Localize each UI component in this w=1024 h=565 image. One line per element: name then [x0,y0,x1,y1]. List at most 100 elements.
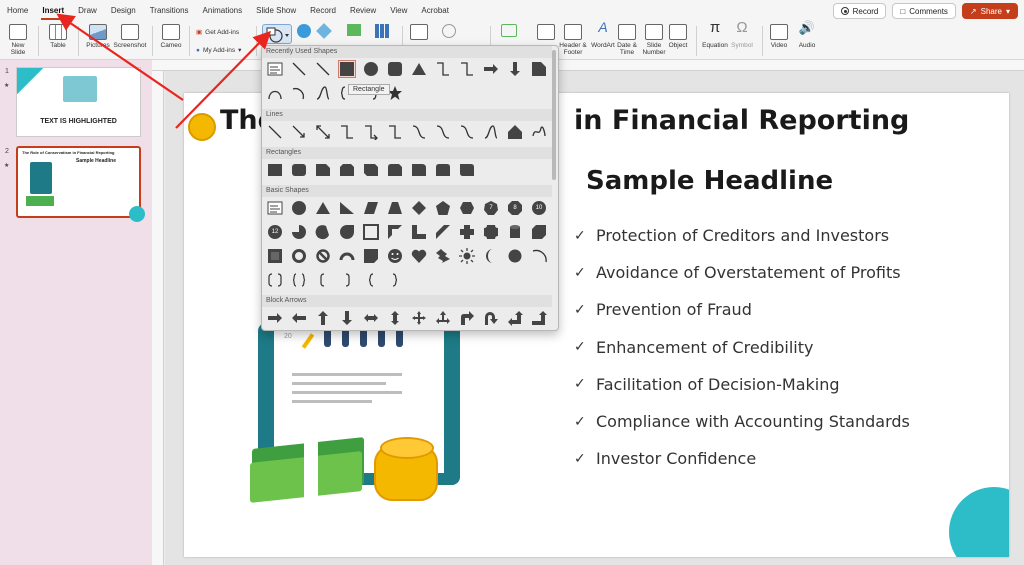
folded-corner-icon[interactable] [362,247,380,265]
rounded-rectangle-icon[interactable] [290,161,308,179]
bullet-list[interactable]: ✓ Protection of Creditors and Investors ✓… [574,217,910,477]
snip-rectangle-icon[interactable] [530,60,548,78]
oval-icon[interactable] [290,199,308,217]
frame-icon[interactable] [362,223,380,241]
lightning-bolt-icon[interactable] [434,247,452,265]
cloud-icon[interactable] [506,247,524,265]
thumbnail-slide-1[interactable]: TEXT IS HIGHLIGHTED [16,67,141,137]
can-icon[interactable] [506,223,524,241]
hexagon-icon[interactable] [458,199,476,217]
quad-arrow-icon[interactable] [410,309,428,327]
right-arrow-icon[interactable] [266,309,284,327]
date-time-button[interactable]: Date & Time [616,24,638,56]
slide-headline[interactable]: Sample Headline [586,166,833,196]
wave-icon[interactable] [314,84,332,102]
trapezoid-icon[interactable] [386,199,404,217]
elbow-double-arrow-icon[interactable] [386,123,404,141]
tab-insert[interactable]: Insert [35,0,71,22]
tab-review[interactable]: Review [343,0,383,22]
curved-arrow-icon[interactable] [434,123,452,141]
up-arrow-icon[interactable] [314,309,332,327]
tab-draw[interactable]: Draw [71,0,104,22]
line-icon[interactable] [314,60,332,78]
round-diagonal-icon[interactable] [458,161,476,179]
my-addins-button[interactable]: ● My Add-ins ▾ [196,46,241,55]
rounded-rectangle-icon[interactable] [386,60,404,78]
oval-icon[interactable] [362,60,380,78]
arrow-line-icon[interactable] [290,123,308,141]
comments-button[interactable]: □ Comments [892,3,956,19]
elbow-connector-icon[interactable] [434,60,452,78]
triangle-icon[interactable] [314,199,332,217]
screenshot-button[interactable]: Screenshot [112,24,148,49]
shapes-button[interactable] [262,24,292,44]
scribble-icon[interactable] [530,123,548,141]
elbow-connector-icon[interactable] [338,123,356,141]
snip-same-side-icon[interactable] [338,161,356,179]
smiley-face-icon[interactable] [386,247,404,265]
equation-button[interactable]: π Equation [700,20,730,49]
heart-icon[interactable] [410,247,428,265]
3d-models-button[interactable] [316,23,332,39]
pie-icon[interactable] [290,223,308,241]
round-same-side-icon[interactable] [434,161,452,179]
action-button[interactable] [440,24,458,38]
tab-design[interactable]: Design [104,0,143,22]
symbol-button[interactable]: Ω Symbol [730,20,754,49]
header-footer-button[interactable]: Header & Footer [558,24,588,56]
teardrop-icon[interactable] [338,223,356,241]
no-symbol-icon[interactable] [314,247,332,265]
diagonal-stripe-icon[interactable] [434,223,452,241]
cross-icon[interactable] [458,223,476,241]
triangle-icon[interactable] [410,60,428,78]
chart-button[interactable] [374,24,390,38]
slide-title-right[interactable]: in Financial Reporting [574,105,909,136]
curved-connector-icon[interactable] [410,123,428,141]
share-button[interactable]: ↗ Share ▾ [961,3,1018,19]
new-slide-button[interactable]: New Slide [6,24,30,56]
bent-arrow-icon[interactable] [458,309,476,327]
left-right-up-arrow-icon[interactable] [434,309,452,327]
record-button[interactable]: Record [832,3,887,19]
right-triangle-icon[interactable] [338,199,356,217]
dodecagon-icon[interactable]: 12 [266,223,284,241]
tab-slide-show[interactable]: Slide Show [249,0,303,22]
tab-animations[interactable]: Animations [196,0,250,22]
link-button[interactable] [410,24,428,42]
curve-icon[interactable] [266,84,284,102]
tab-transitions[interactable]: Transitions [143,0,196,22]
half-frame-icon[interactable] [386,223,404,241]
left-right-arrow-icon[interactable] [362,309,380,327]
bent-up-arrow-icon[interactable] [530,309,548,327]
pictures-button[interactable]: Pictures [84,24,112,49]
get-addins-button[interactable]: ▣ Get Add-ins [196,28,239,37]
slide-number-button[interactable]: Slide Number [642,24,666,56]
curve-icon[interactable] [482,123,500,141]
double-brace-icon[interactable] [290,271,308,289]
textbox-shape-icon[interactable] [266,60,284,78]
down-arrow-icon[interactable] [506,60,524,78]
sun-icon[interactable] [458,247,476,265]
elbow-arrow-icon[interactable] [362,123,380,141]
table-button[interactable]: Table [46,24,70,49]
left-bracket-icon[interactable] [314,271,332,289]
left-brace-icon[interactable] [362,271,380,289]
curved-double-arrow-icon[interactable] [458,123,476,141]
freeform-icon[interactable] [506,123,524,141]
thumbnail-slide-2[interactable]: The Role of Conservatism in Financial Re… [16,146,145,222]
heptagon-icon[interactable]: 7 [482,199,500,217]
moon-icon[interactable] [482,247,500,265]
line-icon[interactable] [290,60,308,78]
right-bracket-icon[interactable] [338,271,356,289]
down-arrow-icon[interactable] [338,309,356,327]
round-single-corner-icon[interactable] [410,161,428,179]
octagon-icon[interactable]: 8 [506,199,524,217]
snip-single-corner-icon[interactable] [314,161,332,179]
audio-button[interactable]: 🔊 Audio [796,21,818,49]
smartart-button[interactable] [346,24,362,36]
parallelogram-icon[interactable] [362,199,380,217]
l-shape-icon[interactable] [410,223,428,241]
comment-button[interactable] [498,24,520,37]
line-icon[interactable] [266,123,284,141]
rectangle-icon[interactable] [338,60,356,78]
